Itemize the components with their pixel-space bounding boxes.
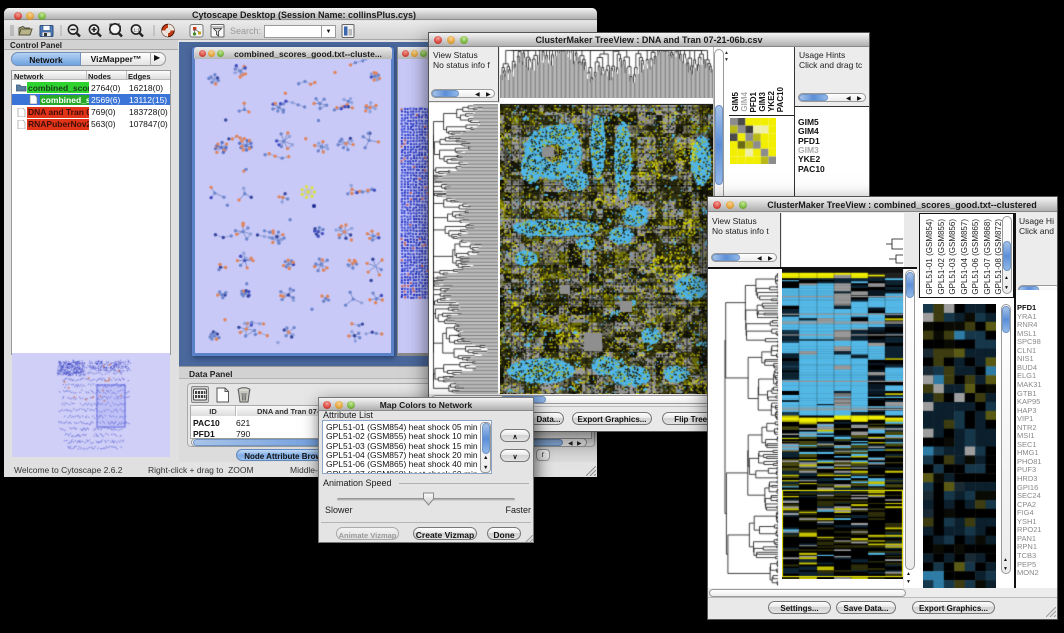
svg-text:1:1: 1:1 xyxy=(134,28,141,33)
